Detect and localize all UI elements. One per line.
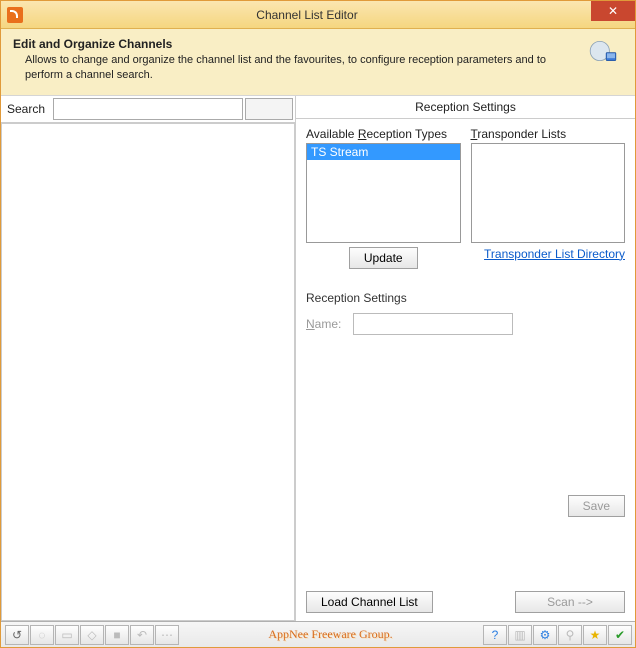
right-pane: Reception Settings Available Reception T… xyxy=(296,96,635,621)
info-description: Allows to change and organize the channe… xyxy=(13,53,577,83)
left-pane: Search xyxy=(1,96,296,621)
available-label-pre: Available xyxy=(306,127,358,141)
ok-icon[interactable]: ✔ xyxy=(608,625,632,645)
name-row: Name: xyxy=(306,313,625,335)
status-bar: ↺ ◌ ▭ ◇ ■ ↶ ⋯ AppNee Freeware Group. ? ▥… xyxy=(1,621,635,647)
folder-icon[interactable]: ▭ xyxy=(55,625,79,645)
main-body: Search Reception Settings Available Rece… xyxy=(1,96,635,621)
search-row: Search xyxy=(1,96,295,123)
available-label-accel: R xyxy=(358,127,367,141)
key-icon[interactable]: ⚲ xyxy=(558,625,582,645)
available-types-label: Available Reception Types xyxy=(306,127,461,141)
info-bar: Edit and Organize Channels Allows to cha… xyxy=(1,29,635,96)
reception-settings-body: Available Reception Types TS Stream Upda… xyxy=(296,119,635,621)
transponder-directory-link[interactable]: Transponder List Directory xyxy=(484,247,625,261)
reception-settings-group-label: Reception Settings xyxy=(306,291,625,305)
channel-tree[interactable] xyxy=(1,123,295,621)
stop-icon[interactable]: ■ xyxy=(105,625,129,645)
status-center-text: AppNee Freeware Group. xyxy=(178,627,483,642)
search-button[interactable] xyxy=(245,98,293,120)
transponder-lists-label: Transponder Lists xyxy=(471,127,626,141)
update-button[interactable]: Update xyxy=(349,247,418,269)
back-icon[interactable]: ↶ xyxy=(130,625,154,645)
scan-button[interactable]: Scan --> xyxy=(515,591,625,613)
reception-settings-header: Reception Settings xyxy=(296,96,635,119)
titlebar: Channel List Editor ✕ xyxy=(1,1,635,29)
tool-icon[interactable]: ▥ xyxy=(508,625,532,645)
transponder-listbox[interactable] xyxy=(471,143,626,243)
name-label: Name: xyxy=(306,317,341,331)
globe-icon[interactable]: ◌ xyxy=(30,625,54,645)
forward-icon[interactable]: ⋯ xyxy=(155,625,179,645)
name-label-accel: N xyxy=(306,317,315,331)
help-icon[interactable]: ? xyxy=(483,625,507,645)
search-label: Search xyxy=(1,98,51,120)
search-input[interactable] xyxy=(53,98,243,120)
reception-settings-group: Reception Settings Name: Save xyxy=(306,291,625,517)
star-icon[interactable]: ★ xyxy=(583,625,607,645)
name-label-post: ame: xyxy=(315,317,342,331)
close-button[interactable]: ✕ xyxy=(591,1,635,21)
window-title: Channel List Editor xyxy=(23,8,591,22)
load-channel-list-button[interactable]: Load Channel List xyxy=(306,591,433,613)
bottom-buttons: Load Channel List Scan --> xyxy=(306,581,625,613)
reception-types-row: Available Reception Types TS Stream Upda… xyxy=(306,127,625,269)
status-right-group: ? ▥ ⚙ ⚲ ★ ✔ xyxy=(483,625,631,645)
app-icon xyxy=(7,7,23,23)
gear-icon[interactable]: ⚙ xyxy=(533,625,557,645)
satellite-icon xyxy=(587,35,627,75)
transponder-lists-column: Transponder Lists Transponder List Direc… xyxy=(471,127,626,269)
available-types-column: Available Reception Types TS Stream Upda… xyxy=(306,127,461,269)
info-heading: Edit and Organize Channels xyxy=(13,37,577,51)
undo-icon[interactable]: ↺ xyxy=(5,625,29,645)
status-left-group: ↺ ◌ ▭ ◇ ■ ↶ ⋯ xyxy=(5,625,178,645)
available-label-post: eception Types xyxy=(367,127,448,141)
name-input[interactable] xyxy=(353,313,513,335)
db-icon[interactable]: ◇ xyxy=(80,625,104,645)
window-root: Channel List Editor ✕ Edit and Organize … xyxy=(0,0,636,648)
available-types-listbox[interactable]: TS Stream xyxy=(306,143,461,243)
list-item[interactable]: TS Stream xyxy=(307,144,460,160)
transponder-label-post: ransponder Lists xyxy=(477,127,566,141)
save-button[interactable]: Save xyxy=(568,495,625,517)
